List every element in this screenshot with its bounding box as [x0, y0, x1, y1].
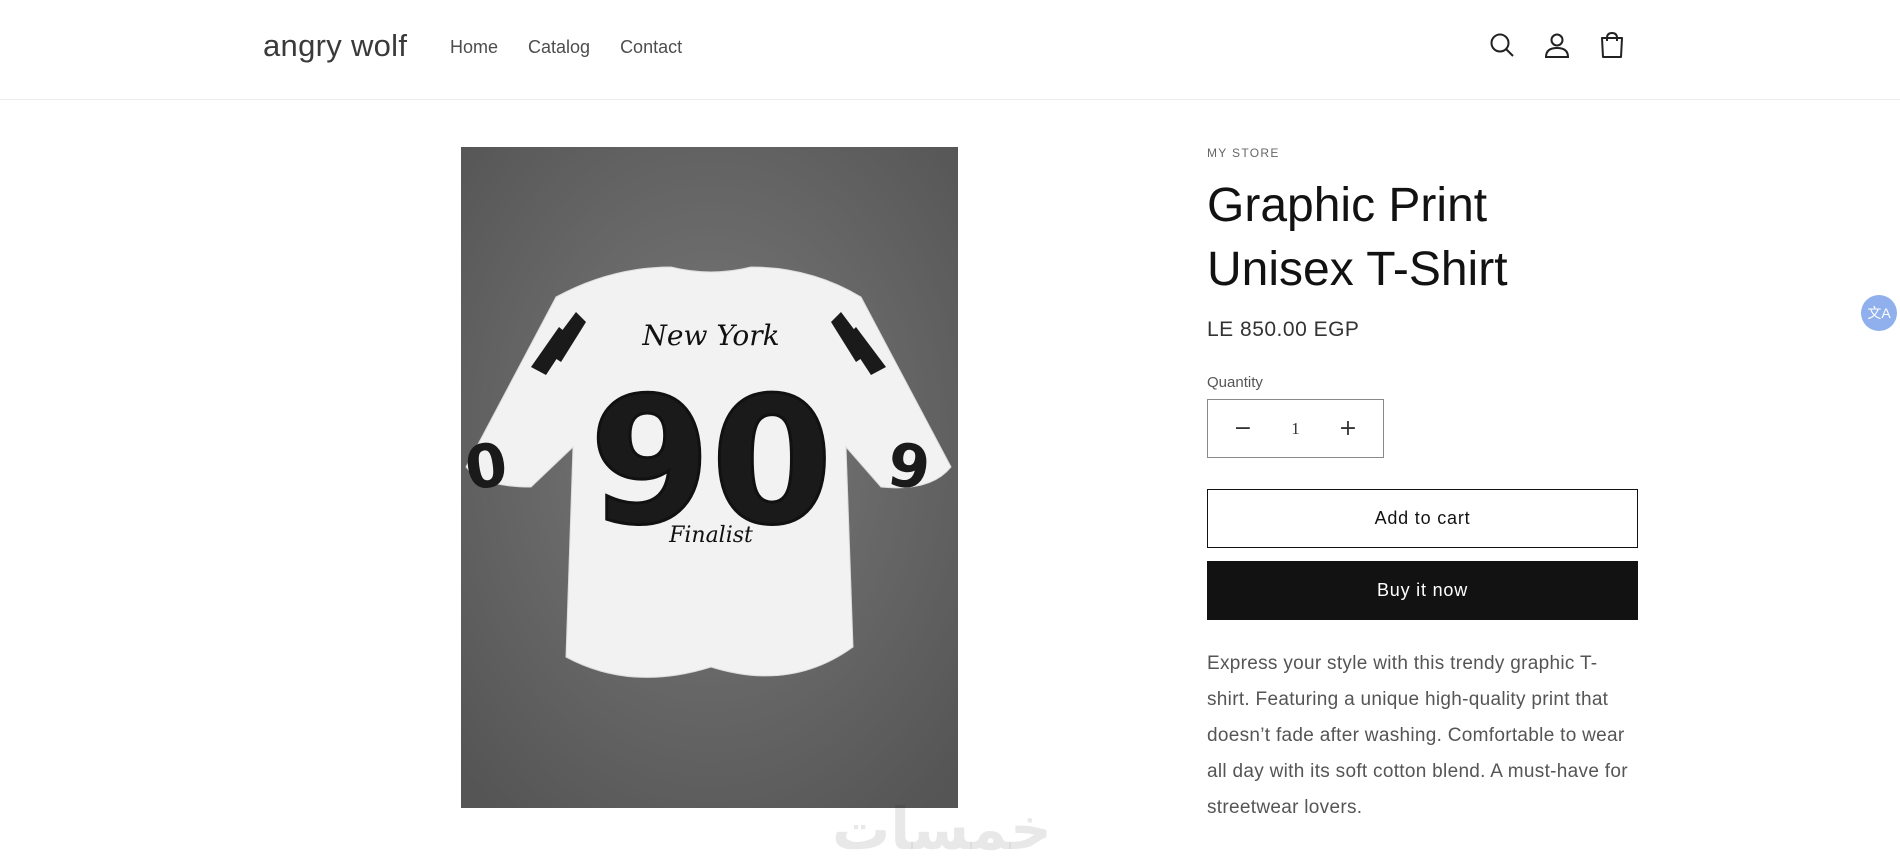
- print-top-text: New York: [641, 319, 779, 352]
- product-description: Express your style with this trendy grap…: [1207, 653, 1628, 818]
- print-bottom-text: Finalist: [668, 523, 753, 548]
- cart-icon[interactable]: [1597, 30, 1627, 60]
- add-to-cart-button[interactable]: Add to cart: [1207, 489, 1638, 548]
- nav-home[interactable]: Home: [450, 37, 498, 58]
- search-icon[interactable]: [1487, 30, 1517, 60]
- watermark: خمسات: [832, 795, 1052, 863]
- product-price: LE 850.00 EGP: [1207, 318, 1360, 341]
- nav-catalog[interactable]: Catalog: [528, 37, 590, 58]
- translate-icon[interactable]: 文A: [1861, 295, 1897, 331]
- quantity-increase-button[interactable]: +: [1333, 414, 1363, 444]
- quantity-label: Quantity: [1207, 374, 1263, 391]
- buy-now-button[interactable]: Buy it now: [1207, 561, 1638, 620]
- product-vendor: MY STORE: [1207, 146, 1280, 160]
- product-title: Graphic Print Unisex T-Shirt: [1207, 179, 1508, 296]
- quantity-input[interactable]: [1270, 418, 1321, 439]
- tshirt-illustration: New York 90 Finalist 0 9: [461, 147, 958, 808]
- quantity-stepper: − +: [1207, 399, 1384, 458]
- product-info: MY STORE Graphic Print Unisex T-Shirt LE…: [1207, 146, 1638, 826]
- store-logo[interactable]: angry wolf: [263, 28, 407, 64]
- quantity-decrease-button[interactable]: −: [1228, 414, 1258, 444]
- header-icons: [1487, 30, 1627, 60]
- nav-contact[interactable]: Contact: [620, 37, 682, 58]
- account-icon[interactable]: [1542, 30, 1572, 60]
- site-header: angry wolf Home Catalog Contact: [0, 0, 1900, 100]
- main-nav: Home Catalog Contact: [450, 37, 682, 58]
- product-image[interactable]: New York 90 Finalist 0 9: [461, 147, 958, 808]
